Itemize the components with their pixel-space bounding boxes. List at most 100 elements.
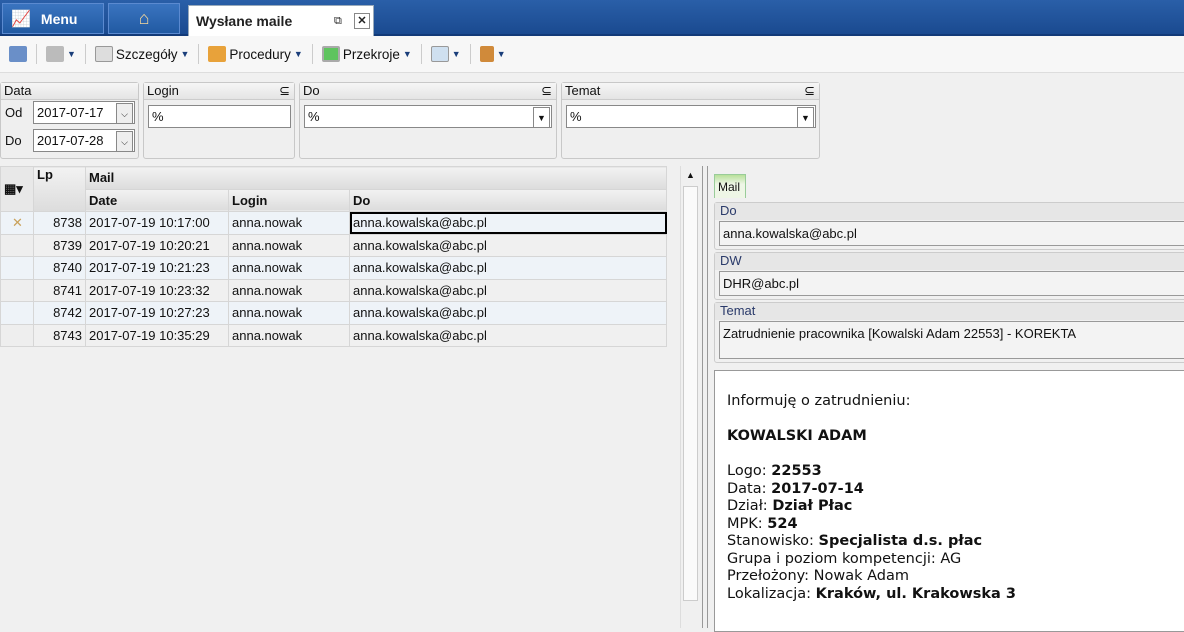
header-date[interactable]: Date [85,188,229,212]
cell-lp[interactable]: 8740 [33,256,86,280]
pin-icon[interactable]: ⊆ [541,83,552,99]
restore-icon[interactable]: ⧉ [334,15,342,28]
cell-do[interactable]: anna.kowalska@abc.pl [349,233,667,257]
sections-label: Przekroje [342,46,400,62]
scroll-up-icon[interactable]: ▲ [681,170,700,180]
do-input[interactable]: % ▼ [304,105,552,128]
pin-icon[interactable]: ⊆ [279,83,290,99]
login-value: % [152,109,164,124]
cell-do[interactable]: anna.kowalska@abc.pl [349,256,667,280]
home-button[interactable]: ⌂ [108,3,180,34]
close-icon[interactable]: ✕ [354,13,370,29]
gear-page-icon [208,46,227,62]
cell-lp[interactable]: 8741 [33,278,86,302]
date-to-input[interactable]: 2017-07-28 ⌵ [33,129,135,152]
cell-date[interactable]: 2017-07-19 10:23:32 [85,278,229,302]
temat-value: % [570,109,582,124]
chevron-down-icon[interactable]: ⌵ [116,131,133,152]
grid-settings-button[interactable]: ▦▾ [0,166,34,212]
cell-lp[interactable]: 8739 [33,233,86,257]
table-row[interactable]: 8743 2017-07-19 10:35:29 anna.nowak anna… [0,323,667,347]
cell-login[interactable]: anna.nowak [228,278,350,302]
dw-field-value[interactable]: DHR@abc.pl [719,271,1184,296]
row-indicator[interactable] [0,233,34,257]
wrench-page-icon [94,46,113,62]
temat-label: Temat [565,83,601,98]
cell-lp[interactable]: 8743 [33,323,86,347]
details-button[interactable]: Szczegóły ▼ [92,44,192,64]
cell-date[interactable]: 2017-07-19 10:27:23 [85,301,229,325]
row-indicator[interactable]: ✕ [0,211,34,235]
cell-login[interactable]: anna.nowak [228,301,350,325]
grid-scrollbar[interactable]: ▲ [680,166,700,628]
tools-button[interactable]: ▼ [477,44,509,64]
line-key: Logo: [727,463,772,479]
cell-do[interactable]: anna.kowalska@abc.pl [349,278,667,302]
header-login[interactable]: Login [228,188,350,212]
cell-do[interactable]: anna.kowalska@abc.pl [349,301,667,325]
mail-body[interactable]: Informuję o zatrudnieniu: KOWALSKI ADAM … [714,370,1184,632]
login-label: Login [147,83,179,98]
tools-icon [479,46,494,62]
cell-lp[interactable]: 8738 [33,211,86,235]
cell-do[interactable]: anna.kowalska@abc.pl [349,211,667,235]
cell-lp[interactable]: 8742 [33,301,86,325]
cell-login[interactable]: anna.nowak [228,233,350,257]
windows-button[interactable] [6,44,30,64]
table-row[interactable]: ✕ 8738 2017-07-19 10:17:00 anna.nowak an… [0,211,667,235]
row-indicator[interactable] [0,323,34,347]
data-label: Data [4,83,32,98]
cell-login[interactable]: anna.nowak [228,323,350,347]
date-from-input[interactable]: 2017-07-17 ⌵ [33,101,135,124]
line-key: Dział: [727,498,773,514]
cell-login[interactable]: anna.nowak [228,256,350,280]
cell-date[interactable]: 2017-07-19 10:17:00 [85,211,229,235]
print-button[interactable]: ▼ [43,44,79,64]
tab-title: Wysłane maile [196,13,293,29]
dropdown-arrow-icon[interactable]: ▼ [797,107,814,128]
table-row[interactable]: 8739 2017-07-19 10:20:21 anna.nowak anna… [0,233,667,257]
line-key: Grupa i poziom kompetencji: [727,550,941,567]
row-indicator[interactable] [0,278,34,302]
cell-date[interactable]: 2017-07-19 10:21:23 [85,256,229,280]
procedures-label: Procedury [229,46,291,62]
line-value: 524 [767,515,798,532]
field-temat: Temat Zatrudnienie pracownika [Kowalski A… [714,302,1184,363]
row-indicator[interactable] [0,256,34,280]
tab-mail[interactable]: Mail [714,174,746,198]
date-from-value: 2017-07-17 [37,105,104,120]
top-bar: 📈 Menu ⌂ [0,0,1184,36]
section-icon [321,46,340,62]
filter-login: Login ⊆ % [143,82,295,159]
chevron-down-icon[interactable]: ⌵ [116,103,133,124]
filter-temat: Temat ⊆ % ▼ [561,82,820,159]
line-value: Dział Płac [772,498,853,514]
cell-do[interactable]: anna.kowalska@abc.pl [349,323,667,347]
sections-button[interactable]: Przekroje ▼ [319,44,415,64]
cell-date[interactable]: 2017-07-19 10:20:21 [85,233,229,257]
line-value: 2017-07-14 [771,480,864,497]
toolbar: ▼ Szczegóły ▼ Procedury ▼ Przekroje ▼ ▼ ▼ [0,36,1184,73]
pin-icon[interactable]: ⊆ [804,83,815,99]
cell-login[interactable]: anna.nowak [228,211,350,235]
table-row[interactable]: 8740 2017-07-19 10:21:23 anna.nowak anna… [0,256,667,280]
menu-button[interactable]: 📈 Menu [2,3,104,34]
login-input[interactable]: % [148,105,291,128]
temat-input[interactable]: % ▼ [566,105,816,128]
table-row[interactable]: 8741 2017-07-19 10:23:32 anna.nowak anna… [0,278,667,302]
header-lp[interactable]: Lp [33,166,86,212]
line-key: MPK: [727,515,768,532]
body-line: Stanowisko: Specjalista d.s. płac [727,533,1181,551]
temat-field-value[interactable]: Zatrudnienie pracownika [Kowalski Adam 2… [719,321,1184,359]
view-button[interactable]: ▼ [428,44,464,64]
table-row[interactable]: 8742 2017-07-19 10:27:23 anna.nowak anna… [0,301,667,325]
do-field-value[interactable]: anna.kowalska@abc.pl [719,221,1184,246]
row-indicator[interactable] [0,301,34,325]
line-key: Przełożony: [727,568,814,584]
dropdown-arrow-icon[interactable]: ▼ [533,107,550,128]
procedures-button[interactable]: Procedury ▼ [205,44,305,64]
body-intro: Informuję o zatrudnieniu: [727,393,911,409]
tab-sent-mails[interactable]: Wysłane maile ⧉ ✕ [188,5,374,36]
cell-date[interactable]: 2017-07-19 10:35:29 [85,323,229,347]
header-do[interactable]: Do [349,188,667,212]
